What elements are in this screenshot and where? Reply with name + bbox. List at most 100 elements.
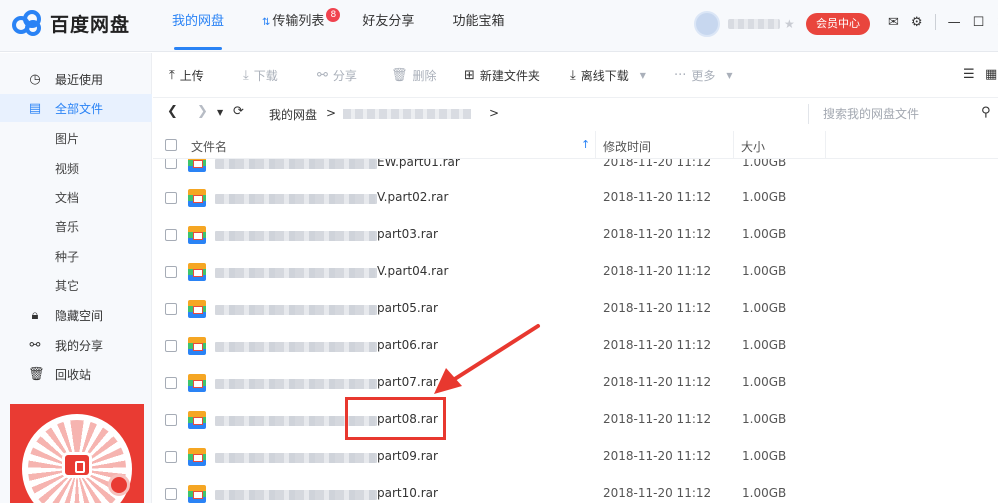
row-checkbox[interactable] <box>165 488 177 500</box>
sidebar-item-documents[interactable]: 文档 <box>0 183 152 211</box>
rar-file-icon <box>188 374 206 392</box>
sidebar-item-recycle-bin[interactable]: 🗑︎ 回收站 <box>0 360 152 388</box>
refresh-button[interactable]: ⟳ <box>233 104 244 119</box>
more-button[interactable]: ··· 更多 ▼ <box>674 67 733 84</box>
breadcrumb-root[interactable]: 我的网盘 <box>269 106 317 123</box>
tab-toolbox[interactable]: 功能宝箱 <box>440 0 516 52</box>
file-mtime: 2018-11-20 11:12 <box>603 449 712 463</box>
select-all-checkbox[interactable] <box>165 139 177 151</box>
tab-my-netdisk[interactable]: 我的网盘 <box>160 0 236 52</box>
row-checkbox[interactable] <box>165 414 177 426</box>
column-divider[interactable] <box>825 131 826 159</box>
avatar[interactable] <box>694 11 720 37</box>
sidebar-item-recent[interactable]: ◷ 最近使用 <box>0 65 152 93</box>
file-table-header: 文件名 ↑ 修改时间 大小 <box>153 131 998 159</box>
file-mtime: 2018-11-20 11:12 <box>603 338 712 352</box>
column-header-name[interactable]: 文件名 <box>191 138 227 155</box>
tab-friend-share[interactable]: 好友分享 <box>350 0 426 52</box>
promo-banner[interactable] <box>10 404 144 503</box>
file-name[interactable]: part03.rar <box>377 227 438 241</box>
file-size: 1.00GB <box>742 159 787 169</box>
file-name-redacted <box>215 453 377 463</box>
column-divider[interactable] <box>733 131 734 159</box>
rar-file-icon <box>188 263 206 281</box>
rar-file-icon <box>188 300 206 318</box>
sidebar-item-images[interactable]: 图片 <box>0 124 152 152</box>
column-divider[interactable] <box>595 131 596 159</box>
trash-icon: 🗑︎ <box>391 68 408 83</box>
minimize-icon[interactable]: — <box>948 15 961 30</box>
column-header-mtime[interactable]: 修改时间 <box>603 138 651 155</box>
file-size: 1.00GB <box>742 486 787 500</box>
sidebar-item-torrents[interactable]: 种子 <box>0 242 152 270</box>
file-size: 1.00GB <box>742 449 787 463</box>
file-name[interactable]: part05.rar <box>377 301 438 315</box>
table-row[interactable]: part10.rar 2018-11-20 11:12 1.00GB <box>153 476 998 503</box>
table-row[interactable]: part07.rar 2018-11-20 11:12 1.00GB <box>153 365 998 402</box>
grid-view-button[interactable]: ▦ <box>985 67 997 82</box>
file-mtime: 2018-11-20 11:12 <box>603 412 712 426</box>
row-checkbox[interactable] <box>165 340 177 352</box>
new-folder-button[interactable]: ⊞ 新建文件夹 <box>464 67 540 84</box>
sidebar-item-music[interactable]: 音乐 <box>0 212 152 240</box>
row-checkbox[interactable] <box>165 266 177 278</box>
table-row[interactable]: part09.rar 2018-11-20 11:12 1.00GB <box>153 439 998 476</box>
row-checkbox[interactable] <box>165 377 177 389</box>
maximize-icon[interactable]: ☐ <box>973 15 985 30</box>
sidebar-item-other[interactable]: 其它 <box>0 271 152 299</box>
file-size: 1.00GB <box>742 412 787 426</box>
file-name[interactable]: V.part04.rar <box>377 264 448 278</box>
sort-list-icon: ☰ <box>963 67 975 82</box>
baidu-cloud-logo-icon <box>12 10 44 36</box>
offline-download-icon: ⤓ <box>570 68 576 83</box>
vip-center-button[interactable]: 会员中心 <box>806 13 870 35</box>
row-checkbox[interactable] <box>165 229 177 241</box>
file-name[interactable]: EW.part01.rar <box>377 159 460 169</box>
file-list-icon: ▤ <box>28 100 42 116</box>
file-name-redacted <box>215 490 377 500</box>
offline-download-button[interactable]: ⤓ 离线下载 ▼ <box>570 67 646 84</box>
table-row[interactable]: part06.rar 2018-11-20 11:12 1.00GB <box>153 328 998 365</box>
address-bar: ❮ ❯ ▼ ⟳ 我的网盘 > > ⚲ <box>153 98 998 130</box>
row-checkbox[interactable] <box>165 303 177 315</box>
upload-button[interactable]: ⤒ 上传 <box>169 67 204 84</box>
delete-button[interactable]: 🗑︎ 删除 <box>391 67 437 84</box>
file-name[interactable]: part10.rar <box>377 486 438 500</box>
sidebar-item-all-files[interactable]: ▤ 全部文件 <box>0 94 152 122</box>
sidebar-item-my-share[interactable]: ⚯ 我的分享 <box>0 331 152 359</box>
sidebar-item-videos[interactable]: 视频 <box>0 154 152 182</box>
file-name[interactable]: part09.rar <box>377 449 438 463</box>
main-nav: 我的网盘 ⇅ 传输列表 8 好友分享 功能宝箱 <box>160 0 530 52</box>
username-redacted <box>728 19 780 29</box>
forward-button[interactable]: ❯ <box>197 104 208 119</box>
mail-icon[interactable]: ✉ <box>888 15 899 30</box>
new-folder-label: 新建文件夹 <box>479 69 540 83</box>
file-name[interactable]: V.part02.rar <box>377 190 448 204</box>
search-icon[interactable]: ⚲ <box>981 105 991 120</box>
user-profile[interactable]: ★ <box>694 10 795 38</box>
row-checkbox[interactable] <box>165 451 177 463</box>
back-button[interactable]: ❮ <box>167 104 178 119</box>
search-input[interactable] <box>823 103 973 125</box>
sidebar-item-hidden-space[interactable]: 🔒︎ 隐藏空间 <box>0 301 152 329</box>
sort-list-button[interactable]: ☰ <box>963 67 975 82</box>
breadcrumb-folder-redacted[interactable] <box>343 109 471 119</box>
table-row[interactable]: part05.rar 2018-11-20 11:12 1.00GB <box>153 291 998 328</box>
table-row[interactable]: EW.part01.rar 2018-11-20 11:12 1.00GB <box>153 159 998 182</box>
sort-ascending-icon[interactable]: ↑ <box>581 138 590 151</box>
tab-transfer-list[interactable]: ⇅ 传输列表 8 <box>250 0 341 52</box>
column-header-size[interactable]: 大小 <box>741 138 765 155</box>
table-row[interactable]: part08.rar 2018-11-20 11:12 1.00GB <box>153 402 998 439</box>
gear-icon[interactable]: ⚙ <box>911 15 923 30</box>
sidebar-item-label: 音乐 <box>55 219 80 234</box>
table-row[interactable]: part03.rar 2018-11-20 11:12 1.00GB <box>153 217 998 254</box>
table-row[interactable]: V.part04.rar 2018-11-20 11:12 1.00GB <box>153 254 998 291</box>
rar-file-icon <box>188 226 206 244</box>
share-button[interactable]: ⚯ 分享 <box>317 67 357 84</box>
download-button[interactable]: ⤓ 下载 <box>243 67 278 84</box>
row-checkbox[interactable] <box>165 192 177 204</box>
history-dropdown-icon[interactable]: ▼ <box>217 108 223 117</box>
row-checkbox[interactable] <box>165 159 177 169</box>
table-row[interactable]: V.part02.rar 2018-11-20 11:12 1.00GB <box>153 180 998 217</box>
app-logo[interactable]: 百度网盘 <box>12 8 130 38</box>
